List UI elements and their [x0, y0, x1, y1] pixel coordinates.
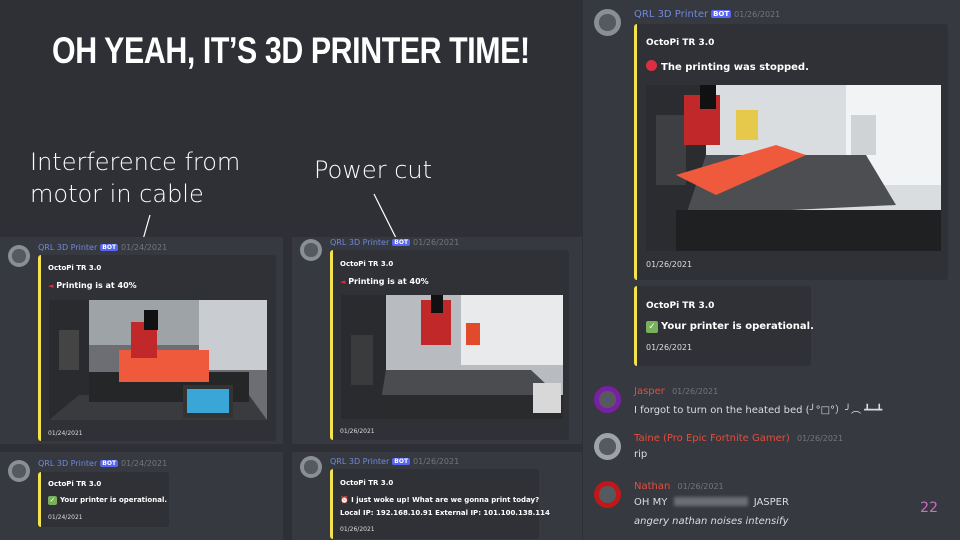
embed-text: Your printer is operational.	[60, 496, 168, 504]
embed-text-row: The printing was stopped.	[646, 60, 809, 73]
embed-date: 01/26/2021	[340, 428, 375, 435]
timestamp: 01/26/2021	[734, 10, 781, 19]
chat-message-header: Jasper 01/26/2021	[634, 386, 718, 397]
embed: OctoPi TR 3.0 ◄ Printing is at 40% 01/24…	[38, 255, 276, 441]
avatar-taine[interactable]	[594, 433, 621, 460]
embed: OctoPi TR 3.0 ⏰ I just woke up! What are…	[330, 469, 550, 539]
bot-badge: BOT	[392, 458, 411, 465]
red-circle-icon	[646, 60, 657, 71]
bot-badge: BOT	[100, 460, 119, 467]
author-name[interactable]: QRL 3D Printer	[330, 457, 389, 466]
embed-text: I just woke up! What are we gonna print …	[351, 496, 540, 504]
message-text-start: OH MY	[634, 497, 668, 508]
printer-photo[interactable]	[341, 295, 563, 419]
embed: OctoPi TR 3.0 ✓ Your printer is operation…	[38, 472, 169, 527]
embed-text: Printing is at 40%	[56, 281, 137, 290]
timestamp: 01/26/2021	[677, 482, 724, 491]
chat-message-text: OH MY JASPER	[634, 497, 789, 508]
message-header: QRL 3D Printer BOT 01/24/2021	[38, 459, 167, 468]
message-header: QRL 3D Printer BOT 01/26/2021	[634, 9, 780, 20]
megaphone-icon: ◄	[48, 282, 54, 290]
printer-photo[interactable]	[49, 300, 267, 420]
author-name[interactable]: QRL 3D Printer	[38, 459, 97, 468]
embed: OctoPi TR 3.0 ◄ Printing is at 40% 01/26…	[330, 250, 569, 440]
embed-title: OctoPi TR 3.0	[646, 38, 715, 48]
timestamp: 01/26/2021	[672, 387, 719, 396]
bot-badge: BOT	[392, 239, 411, 246]
avatar-jasper[interactable]	[594, 386, 621, 413]
bot-avatar	[594, 9, 621, 36]
chat-message-header: Taine (Pro Epic Fortnite Gamer) 01/26/20…	[634, 433, 843, 444]
embed-text-row: ◄ Printing is at 40%	[48, 281, 137, 290]
timestamp: 01/24/2021	[121, 459, 168, 468]
bot-avatar	[8, 245, 30, 267]
embed-text-row: ✓ Your printer is operational.	[646, 321, 814, 333]
embed-date: 01/26/2021	[340, 526, 375, 533]
avatar-nathan[interactable]	[594, 481, 621, 508]
message-header: QRL 3D Printer BOT 01/26/2021	[330, 457, 459, 466]
embed-title: OctoPi TR 3.0	[340, 260, 394, 268]
embed-text-line-2: Local IP: 192.168.10.91 External IP: 101…	[340, 509, 550, 517]
embed-date: 01/26/2021	[646, 343, 693, 352]
megaphone-icon: ◄	[340, 278, 346, 286]
username[interactable]: Jasper	[634, 386, 665, 397]
embed-title: OctoPi TR 3.0	[340, 479, 394, 487]
embed-text: The printing was stopped.	[661, 62, 809, 73]
username[interactable]: Nathan	[634, 481, 670, 492]
message-header: QRL 3D Printer BOT 01/26/2021	[330, 238, 459, 247]
chat-message-text: I forgot to turn on the heated bed (╯°□°…	[634, 405, 883, 416]
embed-date: 01/24/2021	[48, 430, 83, 437]
timestamp: 01/26/2021	[413, 457, 460, 466]
chat-message-text: rip	[634, 449, 648, 460]
timestamp: 01/26/2021	[796, 434, 844, 443]
discord-panel-left-2: QRL 3D Printer BOT 01/24/2021 OctoPi TR 3.…	[0, 452, 283, 540]
page-number: 22	[920, 500, 938, 516]
check-icon: ✓	[48, 496, 57, 505]
embed-date: 01/24/2021	[48, 514, 83, 521]
bot-badge: BOT	[711, 10, 732, 18]
username[interactable]: Taine (Pro Epic Fortnite Gamer)	[634, 433, 790, 444]
embed-text: Printing is at 40%	[348, 277, 429, 286]
discord-panel-left-1: QRL 3D Printer BOT 01/24/2021 OctoPi TR 3.…	[0, 237, 283, 444]
chat-message-text-2: angery nathan noises intensify	[634, 516, 789, 527]
alarm-clock-icon: ⏰	[340, 496, 349, 504]
embed-title: OctoPi TR 3.0	[646, 301, 715, 311]
embed-text-row: ✓ Your printer is operational.	[48, 496, 167, 505]
censored-text	[673, 497, 748, 506]
discord-panel-right: QRL 3D Printer BOT 01/26/2021 OctoPi TR 3.…	[583, 0, 960, 540]
bot-avatar	[300, 239, 322, 261]
embed-text: Your printer is operational.	[661, 321, 814, 332]
timestamp: 01/26/2021	[413, 238, 460, 247]
embed-title: OctoPi TR 3.0	[48, 264, 102, 272]
check-icon: ✓	[646, 321, 658, 333]
embed-operational: OctoPi TR 3.0 ✓ Your printer is operation…	[634, 286, 814, 366]
embed-text-row-1: ⏰ I just woke up! What are we gonna prin…	[340, 496, 539, 504]
bot-badge: BOT	[100, 244, 119, 251]
timestamp: 01/24/2021	[121, 243, 168, 252]
author-name[interactable]: QRL 3D Printer	[634, 9, 708, 20]
message-header: QRL 3D Printer BOT 01/24/2021	[38, 243, 167, 252]
embed: OctoPi TR 3.0 The printing was stopped. …	[634, 24, 948, 280]
discord-panel-mid-1: QRL 3D Printer BOT 01/26/2021 OctoPi TR 3.…	[292, 237, 582, 444]
chat-message-header: Nathan 01/26/2021	[634, 481, 724, 492]
message-text-end: JASPER	[753, 497, 789, 508]
bot-avatar	[300, 456, 322, 478]
author-name[interactable]: QRL 3D Printer	[330, 238, 389, 247]
printer-photo[interactable]	[646, 85, 941, 251]
embed-title: OctoPi TR 3.0	[48, 480, 102, 488]
discord-panel-mid-2: QRL 3D Printer BOT 01/26/2021 OctoPi TR 3.…	[292, 452, 582, 540]
embed-date: 01/26/2021	[646, 260, 693, 269]
embed-text-row: ◄ Printing is at 40%	[340, 277, 429, 286]
bot-avatar	[8, 460, 30, 482]
author-name[interactable]: QRL 3D Printer	[38, 243, 97, 252]
